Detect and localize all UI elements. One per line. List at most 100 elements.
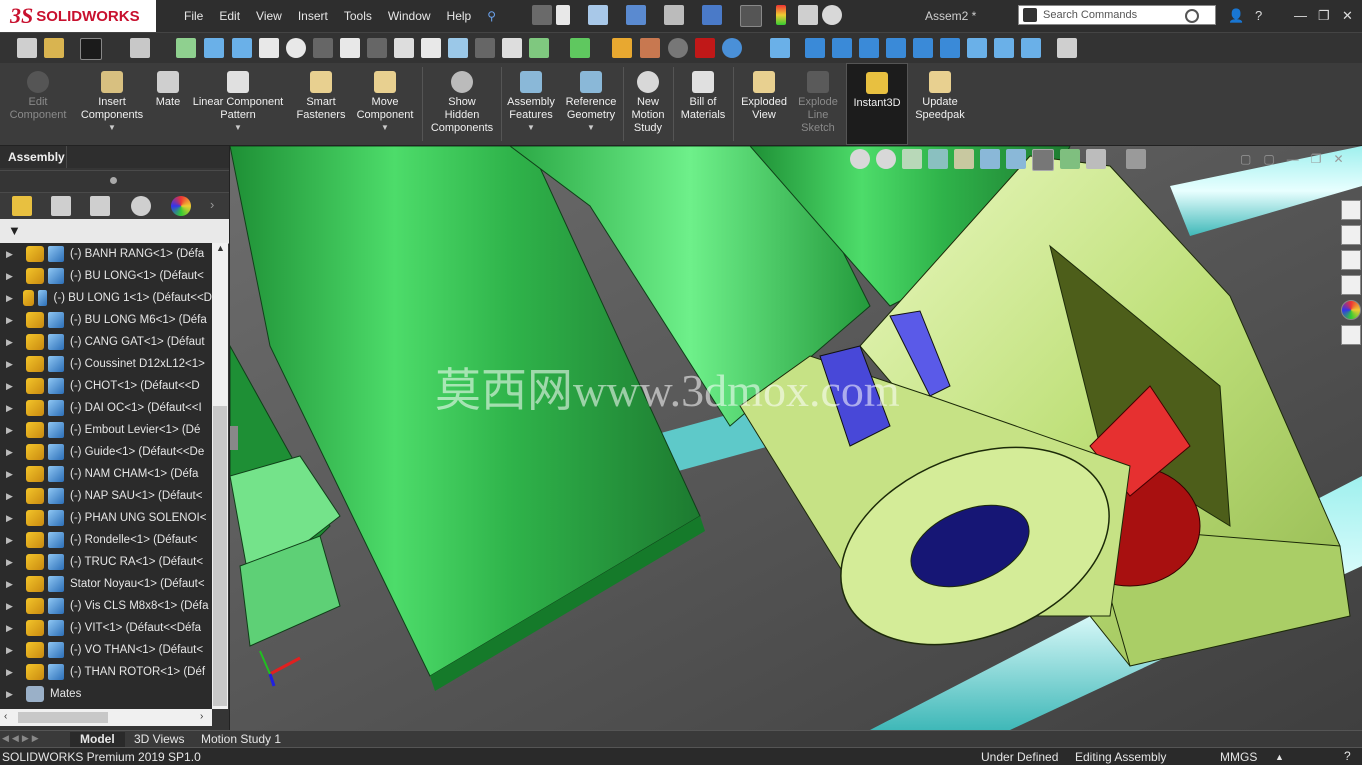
viewport-close-icon[interactable]: ✕	[1333, 152, 1343, 166]
save-icon[interactable]	[626, 5, 646, 25]
toolbox-icon[interactable]	[612, 38, 632, 58]
assembly-features-button[interactable]: Assembly Features ▼	[504, 63, 558, 145]
new-document-icon[interactable]	[556, 5, 570, 25]
linear-component-pattern-button[interactable]: Linear Component Pattern ▼	[188, 63, 288, 145]
tree-node[interactable]: ▶ (-) THAN ROTOR<1> (Déf	[0, 661, 212, 683]
view-settings-icon[interactable]	[1126, 149, 1146, 169]
open-icon[interactable]	[588, 5, 608, 25]
view-orientation-icon[interactable]	[980, 149, 1000, 169]
tree-node[interactable]: ▶ (-) BANH RANG<1> (Défa	[0, 243, 212, 265]
close-icon[interactable]: ✕	[1342, 8, 1353, 24]
component-icon[interactable]	[17, 38, 37, 58]
expand-arrow-icon[interactable]: ▶	[6, 601, 16, 612]
view-palette-icon[interactable]	[1341, 275, 1361, 295]
tile-icon[interactable]: ▢	[1240, 152, 1251, 166]
feature-tree-tab-icon[interactable]	[12, 196, 32, 216]
tree-node[interactable]: ▶ (-) VO THAN<1> (Défaut<	[0, 639, 212, 661]
clearance-icon[interactable]	[313, 38, 333, 58]
tree-node[interactable]: ▶ (-) TRUC RA<1> (Défaut<	[0, 551, 212, 573]
expand-arrow-icon[interactable]: ▶	[6, 557, 16, 568]
expand-arrow-icon[interactable]: ▶	[6, 359, 16, 370]
front-view-icon[interactable]	[805, 38, 825, 58]
scroll-up-icon[interactable]: ▲	[216, 243, 225, 253]
tree-node[interactable]: ▶ (-) BU LONG<1> (Défaut<	[0, 265, 212, 287]
apply-scene-icon[interactable]	[1086, 149, 1106, 169]
tree-node[interactable]: ▶ Stator Noyau<1> (Défaut<	[0, 573, 212, 595]
minimize-icon[interactable]: —	[1294, 8, 1307, 23]
tab-3d-views[interactable]: 3D Views	[124, 732, 194, 747]
right-view-icon[interactable]	[886, 38, 906, 58]
design-library-tab-icon[interactable]	[1341, 225, 1361, 245]
tree-node[interactable]: ▶ (-) Guide<1> (Défaut<<De	[0, 441, 212, 463]
select-icon[interactable]	[740, 5, 762, 27]
tree-node[interactable]: ▶ (-) DAI OC<1> (Défaut<<I	[0, 397, 212, 419]
scroll-right-icon[interactable]: ›	[200, 711, 203, 722]
tree-node[interactable]: ▶ (-) Rondelle<1> (Défaut<	[0, 529, 212, 551]
update-speedpak-button[interactable]: Update Speedpak	[910, 63, 970, 145]
expand-arrow-icon[interactable]: ▶	[6, 667, 16, 678]
panel-collapse-handle[interactable]	[230, 426, 238, 450]
chevron-down-icon[interactable]: ▼	[381, 123, 389, 132]
isometric-icon[interactable]	[967, 38, 987, 58]
file-properties-icon[interactable]	[798, 5, 818, 25]
tab-motion-study[interactable]: Motion Study 1	[191, 732, 291, 747]
display-manager-tab-icon[interactable]	[171, 196, 191, 216]
file-explorer-icon[interactable]	[1341, 250, 1361, 270]
tree-hscroll-thumb[interactable]	[18, 712, 108, 723]
chevron-up-icon[interactable]: ▲	[1275, 752, 1284, 762]
display-style-icon[interactable]	[1006, 149, 1026, 169]
expand-arrow-icon[interactable]: ▶	[6, 337, 16, 348]
expand-arrow-icon[interactable]: ▶	[6, 403, 16, 414]
expand-arrow-icon[interactable]: ▶	[6, 249, 16, 260]
expand-arrow-icon[interactable]: ▶	[6, 535, 16, 546]
check-mark-icon[interactable]	[668, 38, 688, 58]
menu-edit[interactable]: Edit	[219, 9, 240, 23]
expand-arrow-icon[interactable]: ▶	[6, 293, 13, 304]
units-selector[interactable]: MMGS	[1220, 750, 1257, 764]
tree-scroll-thumb[interactable]	[213, 406, 227, 706]
instant3d-button[interactable]: Instant3D	[846, 63, 908, 145]
model-render[interactable]	[230, 146, 1362, 730]
smart-fasteners-button[interactable]: Smart Fasteners	[292, 63, 350, 145]
interference-icon[interactable]	[286, 38, 306, 58]
appearance-icon[interactable]	[695, 38, 715, 58]
expand-arrow-icon[interactable]: ▶	[6, 315, 16, 326]
solidworks-logo[interactable]: 3S SOLIDWORKS	[0, 0, 156, 32]
scroll-left-icon[interactable]: ‹	[4, 711, 7, 722]
tree-node[interactable]: ▶ (-) BU LONG 1<1> (Défaut<<D	[0, 287, 212, 309]
measure-icon[interactable]	[232, 38, 252, 58]
move-component-button[interactable]: Move Component ▼	[352, 63, 418, 145]
tab-assembly[interactable]: Assembly	[8, 150, 65, 164]
flatten-icon[interactable]	[448, 38, 468, 58]
panel-splitter[interactable]	[0, 170, 229, 191]
tree-node[interactable]: ▶ (-) NAM CHAM<1> (Défa	[0, 463, 212, 485]
help-icon[interactable]: ?	[1255, 8, 1262, 23]
top-view-icon[interactable]	[913, 38, 933, 58]
expand-arrow-icon[interactable]: ▶	[6, 579, 16, 590]
tab-navigation-arrows-icon[interactable]: ◀◀▶▶	[2, 733, 42, 744]
chevron-right-icon[interactable]: ›	[210, 197, 214, 212]
smart-dimension-icon[interactable]	[176, 38, 196, 58]
insert-components-button[interactable]: Insert Components ▼	[76, 63, 148, 145]
expand-arrow-icon[interactable]: ▶	[6, 645, 16, 656]
exploded-view-button[interactable]: Exploded View	[736, 63, 792, 145]
new-motion-study-button[interactable]: New Motion Study	[626, 63, 670, 145]
tree-node[interactable]: ▶ (-) Vis CLS M8x8<1> (Défa	[0, 595, 212, 617]
zoom-to-area-icon[interactable]	[876, 149, 896, 169]
check-icon[interactable]	[529, 38, 549, 58]
tree-node[interactable]: ▶ (-) Coussinet D12xL12<1>	[0, 353, 212, 375]
tree-node[interactable]: ▶ (-) BU LONG M6<1> (Défa	[0, 309, 212, 331]
menu-window[interactable]: Window	[388, 9, 431, 23]
reference-geometry-button[interactable]: Reference Geometry ▼	[562, 63, 620, 145]
mass-properties-icon[interactable]	[394, 38, 414, 58]
select-filter-icon[interactable]	[130, 38, 150, 58]
section-icon[interactable]	[421, 38, 441, 58]
previous-view-icon[interactable]	[902, 149, 922, 169]
gear-mate-icon[interactable]	[475, 38, 495, 58]
statistics-icon[interactable]	[502, 38, 522, 58]
tree-node[interactable]: ▶ (-) PHAN UNG SOLENOI<	[0, 507, 212, 529]
back-view-icon[interactable]	[832, 38, 852, 58]
edit-appearance-icon[interactable]	[1060, 149, 1080, 169]
zoom-to-fit-icon[interactable]	[850, 149, 870, 169]
filter-icon[interactable]: ▼	[8, 223, 21, 238]
